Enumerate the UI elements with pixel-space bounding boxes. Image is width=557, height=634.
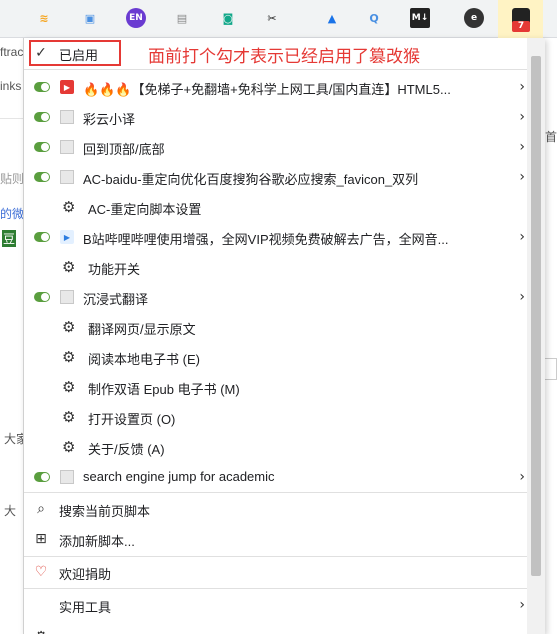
- script-toggle[interactable]: [34, 292, 50, 302]
- script-label: 回到顶部/底部: [83, 142, 165, 157]
- menu-scrollbar-thumb[interactable]: [531, 56, 541, 576]
- script-command-item[interactable]: ⚙ 打开设置页 (O): [24, 402, 529, 432]
- chevron-right-icon: ›: [519, 469, 525, 485]
- script-item[interactable]: ▶ B站哔哩哔哩使用增强，全网VIP视频免费破解去广告，全网音... ›: [24, 222, 529, 252]
- script-command-item[interactable]: ⚙ 关于/反馈 (A): [24, 432, 529, 462]
- bilibili-favicon-icon: ▶: [60, 230, 74, 244]
- script-label: 关于/反馈 (A): [88, 442, 165, 457]
- tampermonkey-extension-icon[interactable]: 7: [512, 8, 530, 32]
- script-label: 阅读本地电子书 (E): [88, 352, 200, 367]
- gear-icon: ⚙: [62, 438, 76, 456]
- script-item[interactable]: AC-baidu-重定向优化百度搜狗谷歌必应搜索_favicon_双列 ›: [24, 162, 529, 192]
- script-toggle[interactable]: [34, 472, 50, 482]
- chevron-right-icon: ›: [519, 169, 525, 185]
- add-box-icon: ⊞: [35, 531, 47, 547]
- script-label: AC-重定向脚本设置: [88, 202, 202, 217]
- search-page-scripts-item[interactable]: ⌕ 搜索当前页脚本: [24, 494, 529, 524]
- chevron-right-icon: ›: [519, 597, 525, 613]
- document-extension-icon[interactable]: ▤: [172, 8, 192, 28]
- tampermonkey-menu: ✓ 已启用 ▶ 🔥🔥🔥【免梯子+免翻墙+免科学上网工具/国内直连】HTML5...…: [23, 38, 545, 634]
- script-toggle[interactable]: [34, 172, 50, 182]
- background-text-3: 贴则: [0, 172, 25, 186]
- next-menu-item-partial[interactable]: ⚙: [24, 622, 529, 634]
- script-label: AC-baidu-重定向优化百度搜狗谷歌必应搜索_favicon_双列: [83, 172, 419, 187]
- script-label: 制作双语 Epub 电子书 (M): [88, 382, 240, 397]
- gear-icon: ⚙: [62, 408, 76, 426]
- script-favicon-icon: [60, 110, 74, 124]
- script-label: 功能开关: [88, 262, 141, 277]
- chevron-right-icon: ›: [519, 109, 525, 125]
- enabled-label: 已启用: [59, 48, 99, 63]
- script-toggle[interactable]: [34, 232, 50, 242]
- search-icon: ⌕: [37, 501, 45, 517]
- chevron-right-icon: ›: [519, 139, 525, 155]
- script-item[interactable]: 沉浸式翻译 ›: [24, 282, 529, 312]
- add-new-script-label: 添加新脚本...: [59, 534, 135, 549]
- heart-icon: ♡: [34, 564, 48, 580]
- script-toggle[interactable]: [34, 142, 50, 152]
- script-label: 翻译网页/显示原文: [88, 322, 196, 337]
- background-divider: [0, 118, 23, 119]
- gear-icon: ⚙: [62, 378, 76, 396]
- scissors-extension-icon[interactable]: ✂: [262, 8, 282, 28]
- script-label: 打开设置页 (O): [88, 412, 176, 427]
- annotation-text: 面前打个勾才表示已经启用了篡改猴: [148, 47, 420, 67]
- gear-icon: ⚙: [32, 628, 50, 634]
- markdown-extension-icon[interactable]: M↓: [410, 8, 430, 28]
- background-text-8: 大: [4, 504, 17, 518]
- chevron-right-icon: ›: [519, 229, 525, 245]
- script-item[interactable]: 彩云小译 ›: [24, 102, 529, 132]
- script-item[interactable]: 回到顶部/底部 ›: [24, 132, 529, 162]
- gear-icon: ⚙: [62, 258, 76, 276]
- utilities-item[interactable]: 实用工具 ›: [24, 590, 529, 620]
- script-label: 🔥🔥🔥【免梯子+免翻墙+免科学上网工具/国内直连】HTML5...: [83, 82, 451, 97]
- search-q-extension-icon[interactable]: Q: [364, 8, 384, 28]
- donate-item[interactable]: ♡ 欢迎捐助: [24, 557, 529, 587]
- script-favicon-icon: [60, 290, 74, 304]
- screenshot-extension-icon[interactable]: ◙: [218, 8, 238, 28]
- tampermonkey-badge: 7: [512, 21, 530, 32]
- menu-divider: [24, 588, 529, 589]
- script-item[interactable]: ▶ 🔥🔥🔥【免梯子+免翻墙+免科学上网工具/国内直连】HTML5... ›: [24, 72, 529, 102]
- gear-icon: ⚙: [62, 198, 76, 216]
- script-toggle[interactable]: [34, 112, 50, 122]
- background-text-5: 豆: [2, 230, 17, 247]
- script-favicon-icon: [60, 170, 74, 184]
- script-label: 沉浸式翻译: [83, 292, 149, 307]
- image-extension-icon[interactable]: ▣: [80, 8, 100, 28]
- menu-divider: [24, 69, 529, 70]
- chevron-right-icon: ›: [519, 79, 525, 95]
- add-new-script-item[interactable]: ⊞ 添加新脚本...: [24, 524, 529, 554]
- checkmark-icon: ✓: [35, 45, 47, 61]
- triangle-extension-icon[interactable]: ▲: [322, 8, 342, 28]
- chevron-right-icon: ›: [519, 289, 525, 305]
- script-command-item[interactable]: ⚙ 翻译网页/显示原文: [24, 312, 529, 342]
- script-label: search engine jump for academic: [83, 469, 275, 484]
- script-favicon-icon: [60, 140, 74, 154]
- background-text-7: 首: [545, 130, 557, 144]
- e-circle-extension-icon[interactable]: e: [464, 8, 484, 28]
- script-command-item[interactable]: ⚙ 制作双语 Epub 电子书 (M): [24, 372, 529, 402]
- script-favicon-icon: [60, 470, 74, 484]
- script-label: B站哔哩哔哩使用增强，全网VIP视频免费破解去广告，全网音...: [83, 232, 449, 247]
- script-toggle[interactable]: [34, 82, 50, 92]
- gear-icon: ⚙: [62, 318, 76, 336]
- background-text-2: inks: [0, 79, 22, 93]
- background-text-1: ftrac: [0, 45, 24, 59]
- rss-extension-icon[interactable]: ≋: [34, 8, 54, 28]
- extension-toolbar: ≋ ▣ EN ▤ ◙ ✂ ▲ Q M↓ e 7: [0, 0, 557, 38]
- search-page-scripts-label: 搜索当前页脚本: [59, 504, 151, 519]
- script-command-item[interactable]: ⚙ 阅读本地电子书 (E): [24, 342, 529, 372]
- donate-label: 欢迎捐助: [59, 567, 112, 582]
- utilities-label: 实用工具: [59, 600, 112, 615]
- menu-divider: [24, 492, 529, 493]
- script-label: 彩云小译: [83, 112, 136, 127]
- youtube-favicon-icon: ▶: [60, 80, 74, 94]
- script-item[interactable]: search engine jump for academic ›: [24, 462, 529, 492]
- script-command-item[interactable]: ⚙ AC-重定向脚本设置: [24, 192, 529, 222]
- gear-icon: ⚙: [62, 348, 76, 366]
- script-command-item[interactable]: ⚙ 功能开关: [24, 252, 529, 282]
- translate-en-extension-icon[interactable]: EN: [126, 8, 146, 28]
